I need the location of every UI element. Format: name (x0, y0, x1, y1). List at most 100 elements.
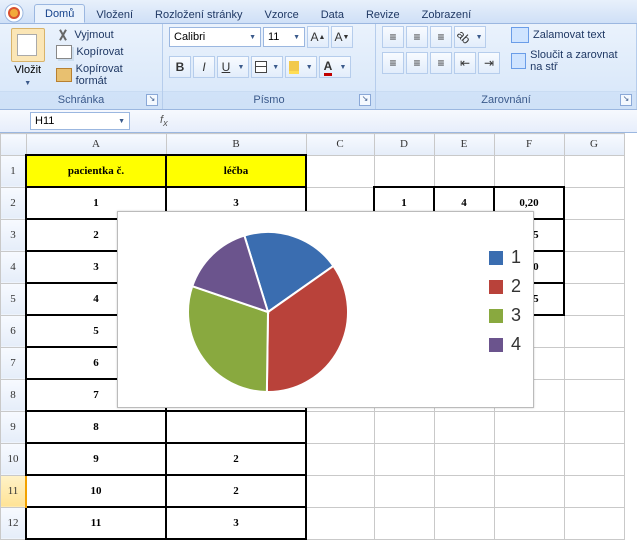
col-B[interactable]: B (166, 134, 306, 156)
cell-B11[interactable]: 2 (166, 475, 306, 507)
cell-E1[interactable] (434, 155, 494, 187)
formula-input[interactable] (176, 114, 476, 128)
align-center-button[interactable]: ≡ (406, 52, 428, 74)
dialog-launcher-icon[interactable]: ↘ (146, 94, 158, 106)
cell-F11[interactable] (494, 475, 564, 507)
cell-G12[interactable] (564, 507, 624, 539)
font-name-combo[interactable]: Calibri▼ (169, 27, 261, 47)
cell-C9[interactable] (306, 411, 374, 443)
wrap-text-button[interactable]: Zalamovat text (508, 26, 630, 44)
paste-button[interactable]: Vložit ▼ (6, 26, 49, 88)
row-7[interactable]: 7 (1, 347, 27, 379)
cell-C12[interactable] (306, 507, 374, 539)
bold-button[interactable]: B (169, 56, 191, 78)
embedded-pie-chart[interactable]: 1234 (117, 211, 534, 408)
office-button[interactable] (2, 3, 28, 23)
cell-E9[interactable] (434, 411, 494, 443)
cell-F10[interactable] (494, 443, 564, 475)
worksheet-grid[interactable]: A B C D E F G 1 pacientka č. léčba 2 1 3… (0, 133, 637, 540)
cell-G5[interactable] (564, 283, 624, 315)
cell-E11[interactable] (434, 475, 494, 507)
format-painter-button[interactable]: Kopírovat formát (53, 62, 156, 88)
align-top-button[interactable]: ≡ (382, 26, 404, 48)
cell-F1[interactable] (494, 155, 564, 187)
cell-E12[interactable] (434, 507, 494, 539)
shrink-font-button[interactable]: A▼ (331, 26, 353, 48)
align-middle-button[interactable]: ≡ (406, 26, 428, 48)
copy-button[interactable]: Kopírovat (53, 44, 156, 60)
cell-D1[interactable] (374, 155, 434, 187)
name-box[interactable]: H11▼ (30, 112, 130, 130)
tab-view[interactable]: Zobrazení (411, 5, 483, 23)
decrease-indent-button[interactable]: ⇤ (454, 52, 476, 74)
cell-G4[interactable] (564, 251, 624, 283)
cell-G8[interactable] (564, 379, 624, 411)
tab-home[interactable]: Domů (34, 4, 85, 23)
borders-button[interactable]: ▼ (251, 56, 283, 78)
row-4[interactable]: 4 (1, 251, 27, 283)
row-12[interactable]: 12 (1, 507, 27, 539)
cell-A1[interactable]: pacientka č. (26, 155, 166, 187)
cell-F12[interactable] (494, 507, 564, 539)
fill-color-button[interactable]: ▼ (285, 56, 317, 78)
align-bottom-button[interactable]: ≡ (430, 26, 452, 48)
col-F[interactable]: F (494, 134, 564, 156)
cell-E10[interactable] (434, 443, 494, 475)
align-right-button[interactable]: ≡ (430, 52, 452, 74)
row-9[interactable]: 9 (1, 411, 27, 443)
row-6[interactable]: 6 (1, 315, 27, 347)
cell-G7[interactable] (564, 347, 624, 379)
cell-B10[interactable]: 2 (166, 443, 306, 475)
orientation-button[interactable]: ab▼ (454, 26, 486, 48)
cell-C11[interactable] (306, 475, 374, 507)
cell-D12[interactable] (374, 507, 434, 539)
col-E[interactable]: E (434, 134, 494, 156)
cell-B9[interactable] (166, 411, 306, 443)
cell-D11[interactable] (374, 475, 434, 507)
italic-button[interactable]: I (193, 56, 215, 78)
col-G[interactable]: G (564, 134, 624, 156)
tab-page-layout[interactable]: Rozložení stránky (144, 5, 253, 23)
cell-G1[interactable] (564, 155, 624, 187)
grow-font-button[interactable]: A▲ (307, 26, 329, 48)
cell-A11[interactable]: 10 (26, 475, 166, 507)
cut-button[interactable]: Vyjmout (53, 28, 156, 42)
cell-F9[interactable] (494, 411, 564, 443)
row-1[interactable]: 1 (1, 155, 27, 187)
cell-G11[interactable] (564, 475, 624, 507)
underline-button[interactable]: U▼ (217, 56, 249, 78)
cell-B1[interactable]: léčba (166, 155, 306, 187)
col-A[interactable]: A (26, 134, 166, 156)
fx-icon[interactable]: fx (160, 114, 168, 128)
row-5[interactable]: 5 (1, 283, 27, 315)
row-11[interactable]: 11 (1, 475, 27, 507)
cell-D9[interactable] (374, 411, 434, 443)
cell-A12[interactable]: 11 (26, 507, 166, 539)
font-size-combo[interactable]: 11▼ (263, 27, 305, 47)
cell-B12[interactable]: 3 (166, 507, 306, 539)
cell-A10[interactable]: 9 (26, 443, 166, 475)
dialog-launcher-icon[interactable]: ↘ (620, 94, 632, 106)
cell-G2[interactable] (564, 187, 624, 219)
tab-formulas[interactable]: Vzorce (253, 5, 309, 23)
cell-G3[interactable] (564, 219, 624, 251)
tab-data[interactable]: Data (310, 5, 355, 23)
dialog-launcher-icon[interactable]: ↘ (359, 94, 371, 106)
cell-G6[interactable] (564, 315, 624, 347)
align-left-button[interactable]: ≡ (382, 52, 404, 74)
tab-review[interactable]: Revize (355, 5, 411, 23)
col-D[interactable]: D (374, 134, 434, 156)
increase-indent-button[interactable]: ⇥ (478, 52, 500, 74)
row-3[interactable]: 3 (1, 219, 27, 251)
row-2[interactable]: 2 (1, 187, 27, 219)
merge-center-button[interactable]: Sloučit a zarovnat na stř (508, 48, 630, 74)
row-10[interactable]: 10 (1, 443, 27, 475)
font-color-button[interactable]: A▼ (319, 56, 351, 78)
col-C[interactable]: C (306, 134, 374, 156)
cell-C1[interactable] (306, 155, 374, 187)
cell-A9[interactable]: 8 (26, 411, 166, 443)
tab-insert[interactable]: Vložení (85, 5, 144, 23)
cell-D10[interactable] (374, 443, 434, 475)
row-8[interactable]: 8 (1, 379, 27, 411)
cell-G10[interactable] (564, 443, 624, 475)
